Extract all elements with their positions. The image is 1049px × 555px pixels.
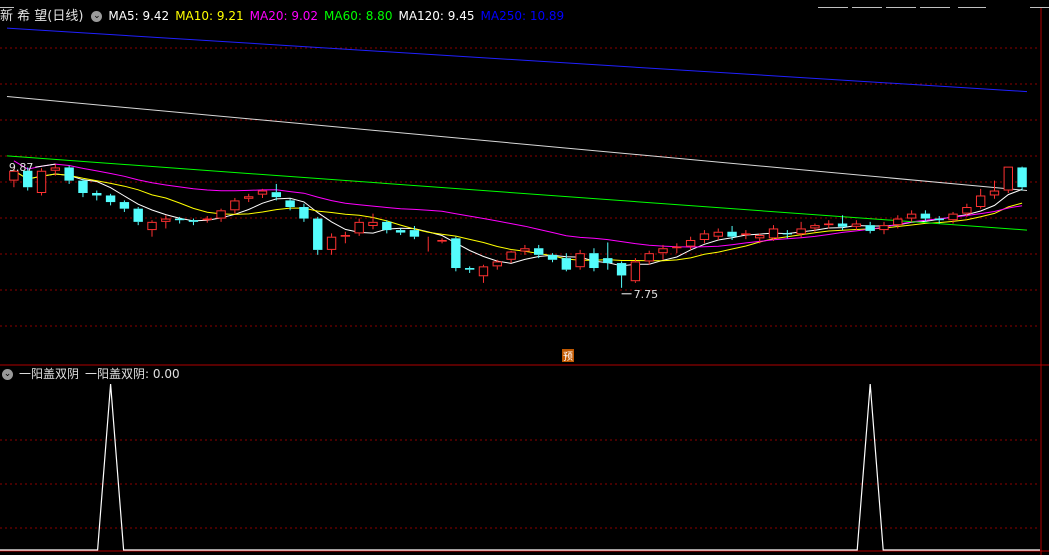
chart-canvas: 9.87 7.75 预 bbox=[0, 8, 1049, 555]
candle bbox=[92, 190, 102, 201]
candle bbox=[506, 250, 516, 264]
candle bbox=[1003, 166, 1013, 193]
price-annotations: 9.87 7.75 预 bbox=[9, 161, 658, 363]
candle bbox=[464, 266, 475, 273]
candle bbox=[271, 183, 282, 201]
candle bbox=[561, 253, 572, 272]
indicator-value: 一阳盖双阴: 0.00 bbox=[85, 367, 180, 381]
candle bbox=[368, 213, 378, 230]
indicator-header: ⌄ 一阳盖双阴 一阳盖双阴: 0.00 bbox=[0, 366, 186, 382]
candle bbox=[340, 231, 351, 244]
candle bbox=[906, 210, 917, 222]
grid-lines bbox=[0, 8, 1049, 555]
candle bbox=[713, 228, 723, 240]
candle bbox=[685, 236, 696, 250]
candle bbox=[616, 261, 627, 288]
candle bbox=[188, 218, 199, 226]
candle bbox=[133, 207, 143, 226]
candle bbox=[699, 230, 710, 244]
indicator-name: 一阳盖双阴 bbox=[19, 367, 80, 381]
candle bbox=[78, 178, 88, 198]
ma250-line bbox=[6, 27, 1028, 93]
candle bbox=[575, 249, 585, 270]
low-price-label: 7.75 bbox=[634, 288, 659, 301]
candle bbox=[603, 242, 613, 270]
forecast-marker-label: 预 bbox=[563, 351, 573, 363]
candle bbox=[161, 215, 171, 229]
candle bbox=[105, 193, 116, 206]
candle bbox=[216, 208, 226, 222]
ma20-line bbox=[13, 160, 1023, 248]
candle bbox=[879, 221, 889, 235]
candle bbox=[243, 193, 254, 203]
high-price-label: 9.87 bbox=[9, 161, 34, 174]
chevron-down-icon[interactable]: ⌄ bbox=[2, 369, 13, 380]
candle bbox=[326, 233, 337, 255]
candle bbox=[658, 244, 668, 260]
candle bbox=[395, 228, 406, 236]
candlestick-series bbox=[9, 164, 1027, 288]
candle bbox=[547, 253, 558, 263]
high-leader-line bbox=[35, 163, 56, 168]
candle bbox=[672, 243, 682, 254]
candle bbox=[64, 165, 74, 184]
ma10-line bbox=[13, 170, 1023, 262]
candle bbox=[741, 230, 751, 240]
candle bbox=[520, 244, 530, 255]
candle bbox=[865, 221, 875, 234]
candle bbox=[382, 220, 392, 234]
candle bbox=[1017, 166, 1027, 191]
candle bbox=[202, 216, 212, 223]
indicator-line bbox=[0, 383, 1040, 551]
candle bbox=[589, 248, 599, 272]
candle bbox=[630, 258, 641, 283]
candle bbox=[230, 197, 240, 214]
candle bbox=[851, 220, 862, 231]
candle bbox=[299, 203, 309, 222]
candle bbox=[437, 238, 447, 244]
candle bbox=[975, 188, 986, 209]
ma120-line bbox=[6, 96, 1028, 192]
candle bbox=[354, 218, 364, 236]
candle bbox=[451, 236, 461, 272]
candle bbox=[147, 220, 157, 237]
ma60-line bbox=[6, 155, 1028, 231]
indicator-panel bbox=[0, 383, 1040, 551]
candle bbox=[644, 250, 654, 265]
candle bbox=[313, 216, 323, 255]
candle bbox=[36, 168, 47, 196]
candle bbox=[989, 180, 1000, 199]
candle bbox=[478, 264, 489, 283]
candle bbox=[824, 220, 834, 229]
candle bbox=[119, 200, 130, 212]
